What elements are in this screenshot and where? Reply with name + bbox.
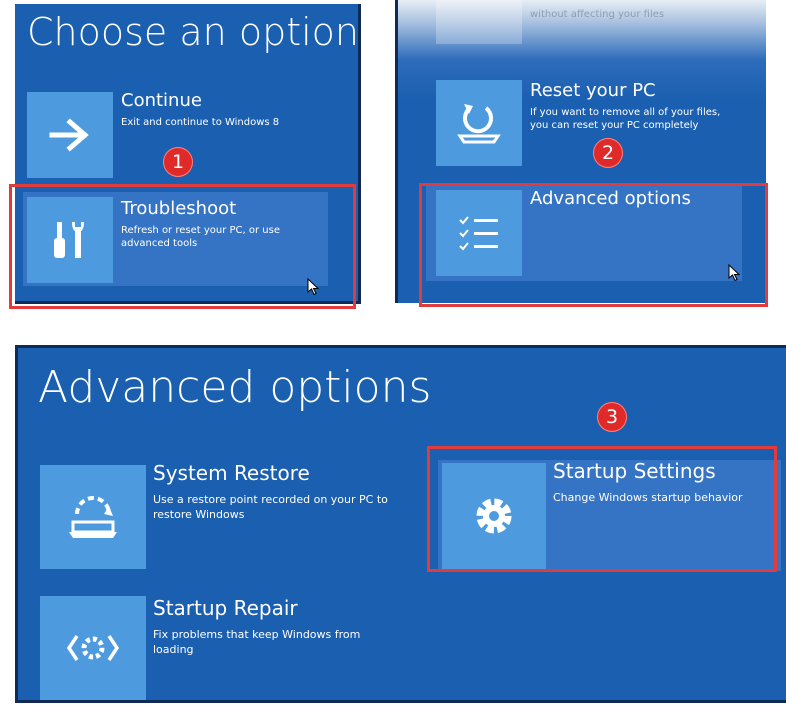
troubleshoot-highlight [9, 184, 356, 309]
page-title: Choose an option [27, 10, 359, 54]
refresh-pc-icon [457, 104, 501, 144]
continue-tile [27, 92, 113, 178]
system-restore-title: System Restore [153, 461, 310, 485]
system-restore-tile [40, 465, 146, 569]
continue-title: Continue [121, 90, 202, 111]
page-title: Advanced options [38, 362, 432, 413]
startup-repair-title: Startup Repair [153, 596, 298, 620]
step-badge-2: 2 [593, 138, 623, 168]
advanced-options-highlight [419, 183, 768, 307]
restore-icon [69, 496, 117, 538]
step-badge-3: 3 [597, 402, 627, 432]
reset-tile [436, 80, 522, 166]
reset-desc: If you want to remove all of your files,… [530, 107, 721, 131]
startup-repair-tile [40, 596, 146, 700]
step-badge-1: 1 [163, 147, 193, 177]
system-restore-desc: Use a restore point recorded on your PC … [153, 493, 388, 521]
refresh-desc-partial: without affecting your files [530, 9, 665, 20]
reset-title: Reset your PC [530, 80, 656, 101]
arrow-right-icon [49, 118, 89, 152]
refresh-tile-partial [436, 0, 522, 44]
startup-repair-icon [66, 635, 120, 661]
startup-settings-highlight [427, 446, 777, 572]
continue-desc: Exit and continue to Windows 8 [121, 117, 280, 128]
startup-repair-desc: Fix problems that keep Windows from load… [153, 628, 361, 656]
